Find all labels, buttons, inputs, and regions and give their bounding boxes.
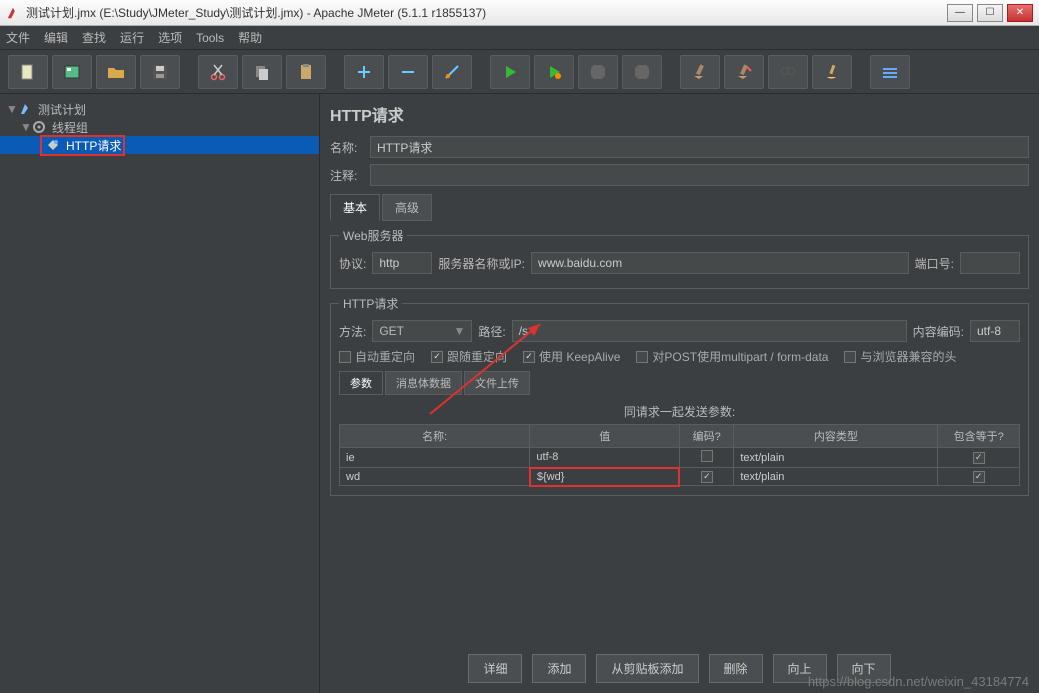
window-titlebar: 测试计划.jmx (E:\Study\JMeter_Study\测试计划.jmx…	[0, 0, 1039, 26]
encode-checkbox[interactable]	[701, 450, 713, 462]
detail-button[interactable]: 详细	[468, 654, 522, 683]
col-include: 包含等于?	[938, 425, 1020, 448]
webserver-legend: Web服务器	[339, 227, 407, 244]
port-label: 端口号:	[915, 255, 954, 272]
cut-button[interactable]	[198, 55, 238, 89]
method-select[interactable]: GET ▼	[372, 320, 472, 342]
col-ctype: 内容类型	[734, 425, 938, 448]
col-name: 名称:	[340, 425, 530, 448]
include-checkbox[interactable]: ✓	[973, 471, 985, 483]
multipart-checkbox[interactable]: 对POST使用multipart / form-data	[636, 348, 828, 365]
comment-field[interactable]	[370, 164, 1029, 186]
window-minimize[interactable]: —	[947, 4, 973, 22]
gear-icon	[32, 120, 46, 134]
tab-advanced[interactable]: 高级	[382, 194, 432, 221]
menu-run[interactable]: 运行	[120, 29, 144, 46]
start-button[interactable]	[490, 55, 530, 89]
menu-edit[interactable]: 编辑	[44, 29, 68, 46]
protocol-label: 协议:	[339, 255, 366, 272]
config-panel: HTTP请求 名称: HTTP请求 注释: 基本 高级 Web服务器 协议: h…	[320, 94, 1039, 693]
chevron-down-icon: ▼	[453, 324, 465, 338]
toggle-button[interactable]	[432, 55, 472, 89]
keepalive-checkbox[interactable]: ✓使用 KeepAlive	[523, 348, 620, 365]
menu-bar: 文件 编辑 查找 运行 选项 Tools 帮助	[0, 26, 1039, 50]
col-value: 值	[530, 425, 680, 448]
jmeter-icon	[6, 6, 20, 20]
function-helper-button[interactable]	[870, 55, 910, 89]
delete-button[interactable]: 删除	[709, 654, 763, 683]
watermark: https://blog.csdn.net/weixin_43184774	[808, 674, 1029, 689]
table-row[interactable]: ie utf-8 text/plain ✓	[340, 448, 1020, 468]
window-title: 测试计划.jmx (E:\Study\JMeter_Study\测试计划.jmx…	[26, 4, 947, 21]
auto-redirect-checkbox[interactable]: 自动重定向	[339, 348, 415, 365]
stop-button[interactable]	[578, 55, 618, 89]
comment-label: 注释:	[330, 167, 370, 184]
name-field[interactable]: HTTP请求	[370, 136, 1029, 158]
port-field[interactable]	[960, 252, 1020, 274]
menu-help[interactable]: 帮助	[238, 29, 262, 46]
expand-button[interactable]	[344, 55, 384, 89]
save-button[interactable]	[140, 55, 180, 89]
chevron-down-icon[interactable]: ▼	[6, 102, 16, 116]
encoding-label: 内容编码:	[913, 323, 964, 340]
menu-tools[interactable]: Tools	[196, 31, 224, 45]
testplan-icon	[18, 102, 32, 116]
panel-title: HTTP请求	[330, 102, 1029, 126]
collapse-button[interactable]	[388, 55, 428, 89]
menu-search[interactable]: 查找	[82, 29, 106, 46]
server-label: 服务器名称或IP:	[438, 255, 525, 272]
tab-basic[interactable]: 基本	[330, 194, 380, 221]
col-encode: 编码?	[679, 425, 733, 448]
chevron-down-icon[interactable]: ▼	[20, 120, 30, 134]
path-field[interactable]: /s	[512, 320, 907, 342]
follow-redirect-checkbox[interactable]: ✓跟随重定向	[431, 348, 507, 365]
protocol-field[interactable]: http	[372, 252, 432, 274]
menu-options[interactable]: 选项	[158, 29, 182, 46]
shutdown-button[interactable]	[622, 55, 662, 89]
start-no-timers-button[interactable]	[534, 55, 574, 89]
test-plan-tree[interactable]: ▼ 测试计划 ▼ 线程组 HTTP请求	[0, 94, 320, 693]
window-close[interactable]: ✕	[1007, 4, 1033, 22]
new-button[interactable]	[8, 55, 48, 89]
tree-root[interactable]: ▼ 测试计划	[0, 100, 319, 118]
paste-button[interactable]: 从剪贴板添加	[596, 654, 698, 683]
tree-http-request[interactable]: HTTP请求	[0, 136, 319, 154]
params-heading: 同请求一起发送参数:	[339, 403, 1020, 420]
method-label: 方法:	[339, 323, 366, 340]
toolbar	[0, 50, 1039, 94]
table-row[interactable]: wd ${wd} ✓ text/plain ✓	[340, 468, 1020, 486]
subtab-params[interactable]: 参数	[339, 371, 383, 395]
webserver-fieldset: Web服务器 协议: http 服务器名称或IP: www.baidu.com …	[330, 227, 1029, 289]
templates-button[interactable]	[52, 55, 92, 89]
subtab-files[interactable]: 文件上传	[464, 371, 530, 395]
encode-checkbox[interactable]: ✓	[701, 471, 713, 483]
httprequest-legend: HTTP请求	[339, 295, 402, 312]
window-maximize[interactable]: ☐	[977, 4, 1003, 22]
httprequest-fieldset: HTTP请求 方法: GET ▼ 路径: /s 内容编码: utf-8 自动重定…	[330, 295, 1029, 496]
menu-file[interactable]: 文件	[6, 29, 30, 46]
sampler-icon	[46, 138, 60, 152]
search-button[interactable]	[768, 55, 808, 89]
subtab-body[interactable]: 消息体数据	[385, 371, 462, 395]
path-label: 路径:	[478, 323, 505, 340]
copy-button[interactable]	[242, 55, 282, 89]
add-button[interactable]: 添加	[532, 654, 586, 683]
reset-search-button[interactable]	[812, 55, 852, 89]
paste-button[interactable]	[286, 55, 326, 89]
params-table[interactable]: 名称: 值 编码? 内容类型 包含等于? ie utf-8 text/plain…	[339, 424, 1020, 487]
clear-button[interactable]	[680, 55, 720, 89]
browser-headers-checkbox[interactable]: 与浏览器兼容的头	[844, 348, 956, 365]
encoding-field[interactable]: utf-8	[970, 320, 1020, 342]
clear-all-button[interactable]	[724, 55, 764, 89]
name-label: 名称:	[330, 139, 370, 156]
tree-threadgroup[interactable]: ▼ 线程组	[0, 118, 319, 136]
open-button[interactable]	[96, 55, 136, 89]
include-checkbox[interactable]: ✓	[973, 452, 985, 464]
server-field[interactable]: www.baidu.com	[531, 252, 909, 274]
